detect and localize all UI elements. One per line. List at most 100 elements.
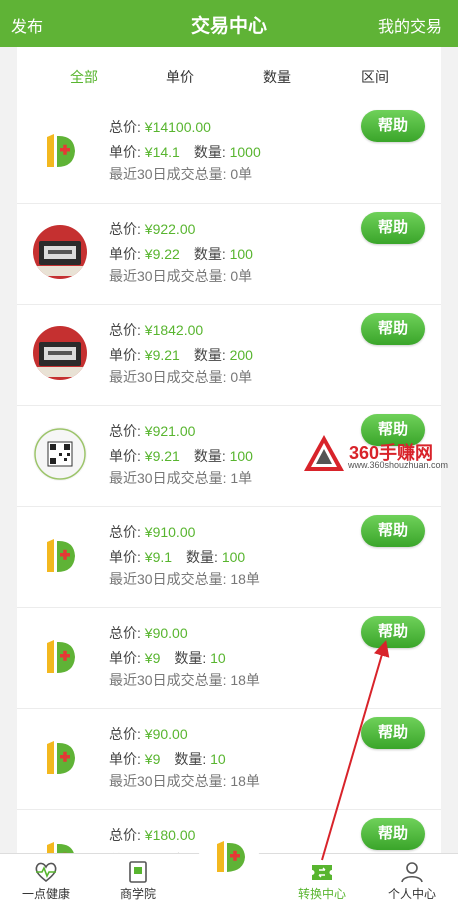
recent-label: 最近30日成交总量: [109, 166, 231, 182]
recent-label: 最近30日成交总量: [109, 773, 231, 789]
recent-label: 最近30日成交总量: [109, 369, 231, 385]
help-button[interactable]: 帮助 [361, 616, 425, 648]
recent-volume-line: 最近30日成交总量: 18单 [109, 670, 260, 690]
help-button[interactable]: 帮助 [361, 110, 425, 142]
item-thumbnail [33, 528, 87, 582]
total-price-line: 总价: ¥14100.00 [109, 117, 211, 137]
app-logo-icon [33, 123, 87, 177]
nav-personal-center[interactable]: 个人中心 [366, 854, 458, 900]
qty-label: 数量: [193, 347, 230, 363]
watermark-triangle-icon [304, 435, 344, 471]
nav-label: 个人中心 [387, 887, 436, 900]
total-label: 总价: [109, 322, 145, 338]
quantity: 200 [229, 347, 253, 363]
item-thumbnail [33, 427, 87, 481]
book-icon [129, 861, 147, 883]
quantity: 10 [210, 650, 226, 666]
item-thumbnail [33, 730, 87, 784]
total-price-line: 总价: ¥180.00 [109, 825, 195, 845]
unit-qty-line: 单价: ¥9 数量: 10 [109, 749, 226, 769]
recent-volume-line: 最近30日成交总量: 1单 [109, 468, 252, 488]
heart-pulse-icon [35, 862, 57, 883]
total-price: ¥180.00 [144, 827, 196, 843]
help-button[interactable]: 帮助 [361, 313, 425, 345]
total-price-line: 总价: ¥921.00 [109, 421, 195, 441]
nav-label: 商学院 [119, 887, 156, 900]
unit-qty-line: 单价: ¥9.21 数量: 200 [109, 345, 253, 365]
qty-label: 数量: [193, 448, 230, 464]
qty-label: 数量: [186, 549, 222, 565]
list-item[interactable]: 总价: ¥910.00 单价: ¥9.1 数量: 100 最近30日成交总量: 18单… [17, 506, 441, 607]
tab-unit-price[interactable]: 单价 [166, 67, 194, 87]
app-logo-icon [33, 629, 87, 683]
payment-terminal-icon [33, 225, 87, 279]
unit-qty-line: 单价: ¥9.1 数量: 100 [109, 547, 245, 567]
list-item[interactable]: 总价: ¥90.00 单价: ¥9 数量: 10 最近30日成交总量: 18单 帮助 [17, 708, 441, 809]
tab-quantity[interactable]: 数量 [263, 67, 291, 87]
nav-home-logo[interactable] [199, 826, 259, 886]
list-item[interactable]: 总价: ¥14100.00 单价: ¥14.1 数量: 1000 最近30日成交总量:… [17, 102, 441, 203]
list-item[interactable]: 总价: ¥1842.00 单价: ¥9.21 数量: 200 最近30日成交总量: 0… [17, 304, 441, 405]
nav-health[interactable]: 一点健康 [0, 854, 92, 900]
recent-label: 最近30日成交总量: [109, 571, 231, 587]
help-button[interactable]: 帮助 [361, 212, 425, 244]
item-thumbnail [33, 326, 87, 380]
unit-price: ¥9 [144, 650, 161, 666]
item-thumbnail [33, 123, 87, 177]
qr-code-icon [33, 427, 87, 481]
unit-price: ¥9.22 [144, 246, 180, 262]
total-label: 总价: [109, 221, 145, 237]
unit-label: 单价: [109, 751, 145, 767]
total-price-line: 总价: ¥90.00 [109, 623, 188, 643]
nav-exchange-center[interactable]: 转换中心 [276, 854, 368, 900]
my-trades-button[interactable]: 我的交易 [378, 13, 442, 37]
unit-price: ¥9.1 [144, 549, 173, 565]
help-button[interactable]: 帮助 [361, 717, 425, 749]
total-price: ¥14100.00 [144, 119, 211, 135]
nav-label: 转换中心 [297, 887, 346, 900]
help-button[interactable]: 帮助 [361, 515, 425, 547]
quantity: 1000 [229, 144, 261, 160]
recent-volume: 18单 [230, 773, 260, 789]
recent-volume-line: 最近30日成交总量: 0单 [109, 367, 252, 387]
qty-label: 数量: [174, 650, 211, 666]
tab-all[interactable]: 全部 [70, 67, 98, 87]
list-item[interactable]: 总价: ¥922.00 单价: ¥9.22 数量: 100 最近30日成交总量: 0单… [17, 203, 441, 304]
watermark-url: www.360shouzhuan.com [348, 460, 449, 470]
total-price: ¥90.00 [144, 625, 188, 641]
recent-volume-line: 最近30日成交总量: 18单 [109, 569, 260, 589]
item-thumbnail [33, 629, 87, 683]
unit-qty-line: 单价: ¥9.22 数量: 100 [109, 244, 253, 264]
ticket-icon [312, 865, 332, 880]
total-price-line: 总价: ¥90.00 [109, 724, 188, 744]
recent-label: 最近30日成交总量: [109, 470, 231, 486]
total-label: 总价: [109, 119, 145, 135]
payment-terminal-icon [33, 326, 87, 380]
list-item[interactable]: 总价: ¥90.00 单价: ¥9 数量: 10 最近30日成交总量: 18单 帮助 [17, 607, 441, 708]
qty-label: 数量: [193, 246, 230, 262]
recent-volume: 18单 [230, 571, 260, 587]
total-label: 总价: [109, 524, 145, 540]
unit-qty-line: 单价: ¥9 数量: 10 [109, 648, 226, 668]
unit-label: 单价: [109, 549, 145, 565]
help-button[interactable]: 帮助 [361, 818, 425, 850]
nav-business-school[interactable]: 商学院 [92, 854, 184, 900]
total-label: 总价: [109, 827, 145, 843]
nav-label: 一点健康 [21, 887, 70, 900]
person-icon [401, 862, 423, 883]
app-logo-icon [33, 831, 87, 853]
recent-volume-line: 最近30日成交总量: 0单 [109, 164, 252, 184]
unit-price: ¥14.1 [144, 144, 180, 160]
total-price: ¥1842.00 [144, 322, 204, 338]
total-label: 总价: [109, 726, 145, 742]
item-thumbnail [33, 831, 87, 853]
app-logo-icon [217, 841, 245, 872]
total-price-line: 总价: ¥1842.00 [109, 320, 203, 340]
tab-range[interactable]: 区间 [361, 67, 389, 87]
quantity: 100 [229, 246, 253, 262]
unit-price: ¥9 [144, 751, 161, 767]
total-price: ¥90.00 [144, 726, 188, 742]
recent-volume: 0单 [230, 369, 253, 385]
total-price-line: 总价: ¥910.00 [109, 522, 195, 542]
unit-label: 单价: [109, 448, 145, 464]
